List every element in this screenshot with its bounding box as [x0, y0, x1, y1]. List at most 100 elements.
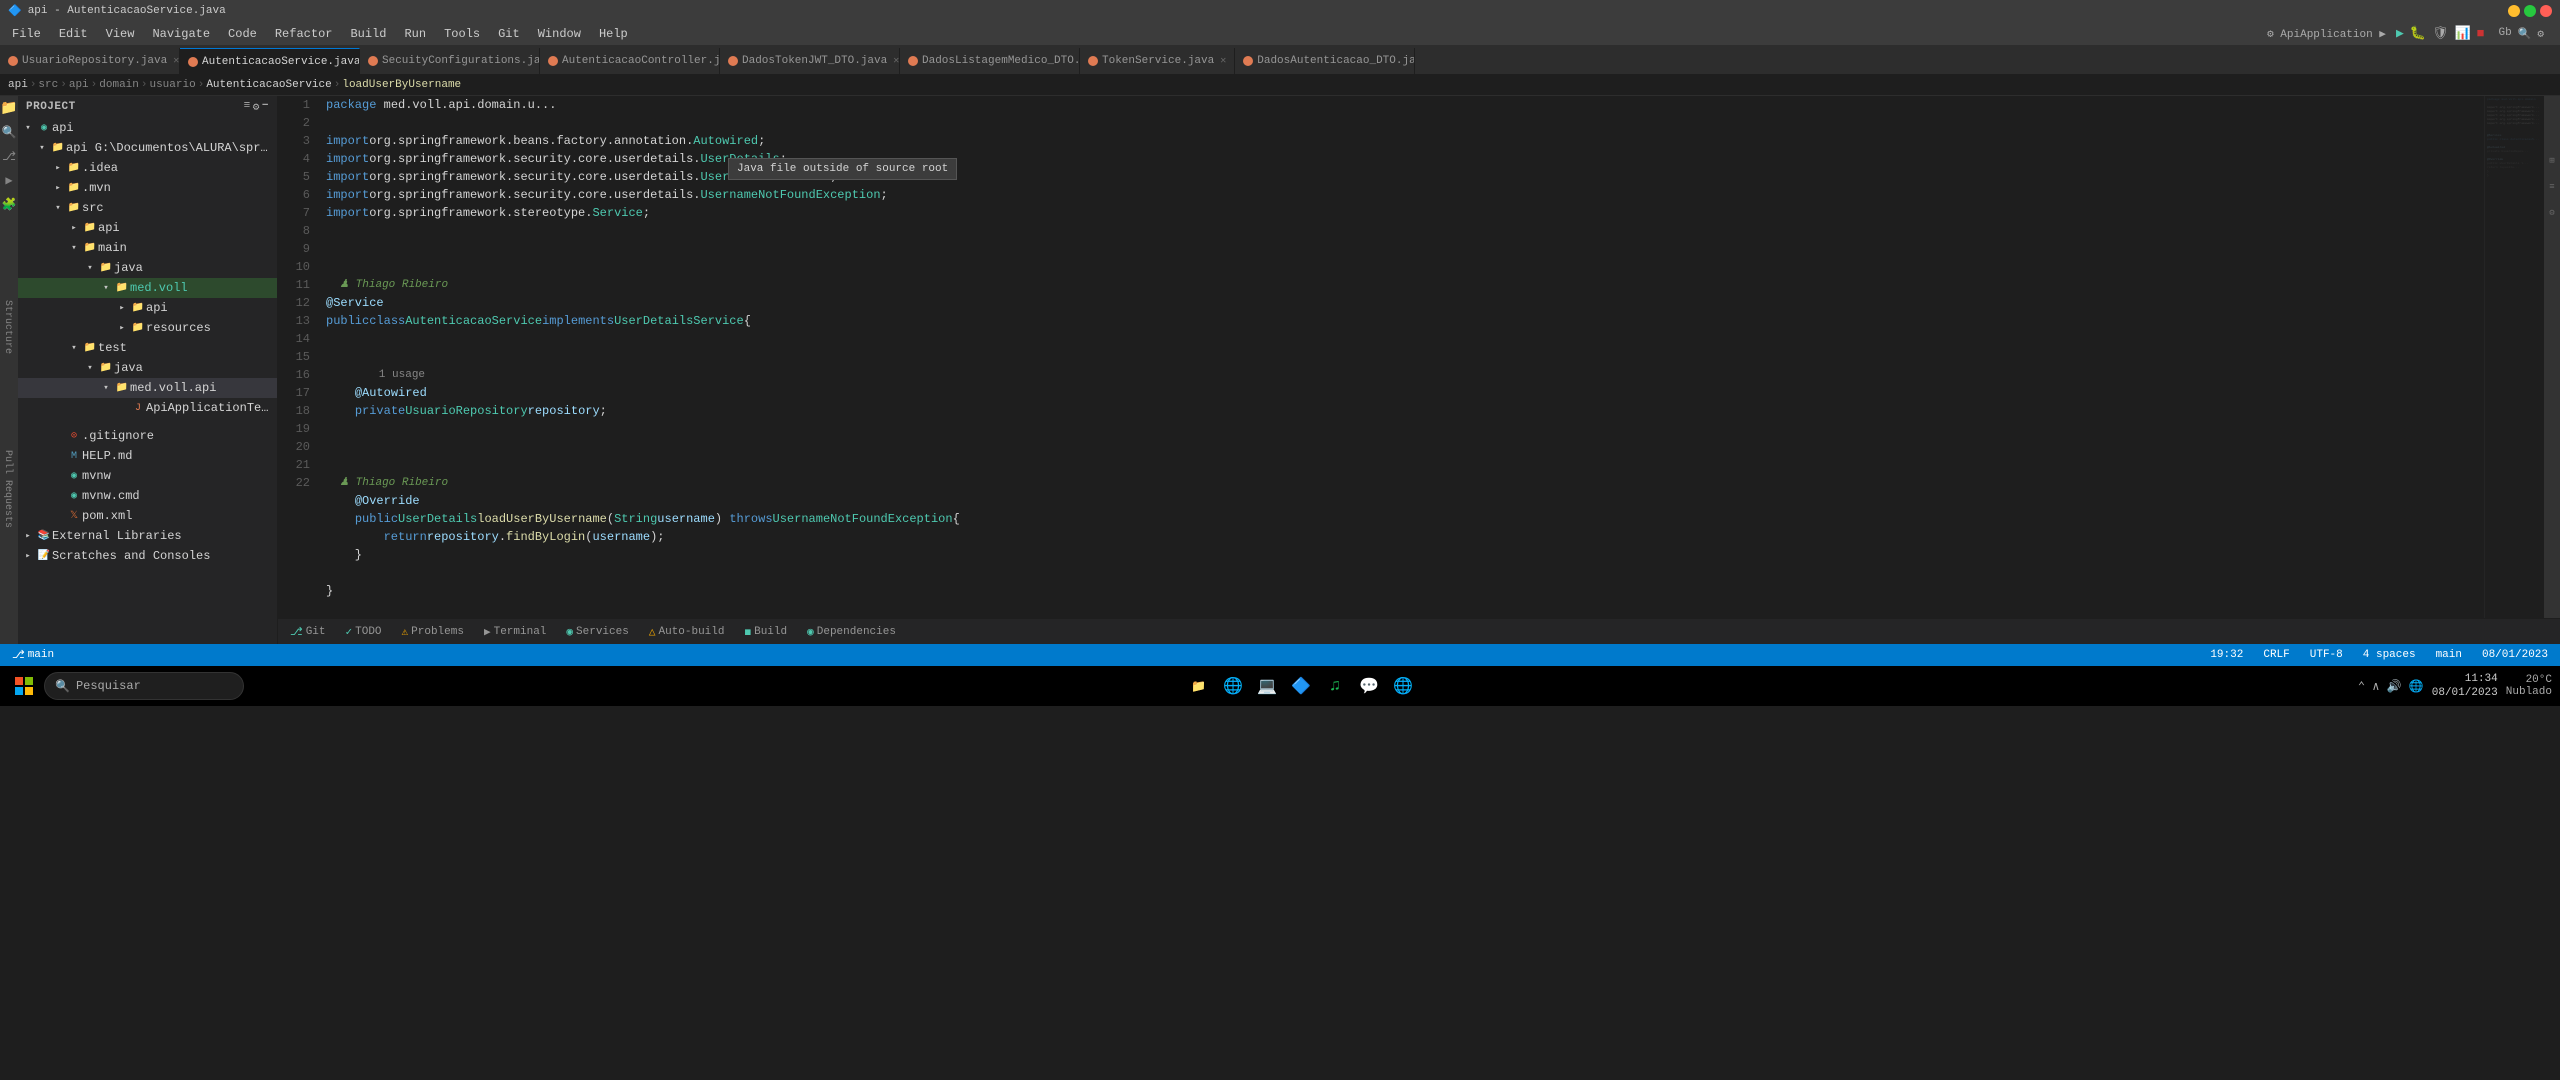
- bottom-tab-autobuild[interactable]: △ Auto-build: [641, 623, 733, 641]
- sidebar-icon2[interactable]: ⚙: [253, 100, 260, 114]
- status-indent[interactable]: 4 spaces: [2359, 644, 2420, 666]
- bottom-tab-todo[interactable]: ✓ TODO: [338, 623, 390, 641]
- bc-src[interactable]: src: [38, 79, 58, 91]
- close-button[interactable]: [2540, 5, 2552, 17]
- tree-api-project[interactable]: ▾ 📁 api G:\Documentos\ALURA\spring\api: [18, 138, 277, 158]
- right-icon-3[interactable]: ⚙: [2549, 208, 2554, 218]
- menu-build[interactable]: Build: [342, 25, 394, 43]
- minimize-button[interactable]: [2508, 5, 2520, 17]
- maximize-button[interactable]: [2524, 5, 2536, 17]
- run-config[interactable]: ⚙ ApiApplication ▶: [2267, 27, 2394, 41]
- tab-2[interactable]: SecuityConfigurations.java ✕: [360, 48, 540, 74]
- taskbar-vscode[interactable]: 💻: [1253, 672, 1281, 700]
- tree-idea[interactable]: ▸ 📁 .idea: [18, 158, 277, 178]
- tree-scratches[interactable]: ▸ 📝 Scratches and Consoles: [18, 546, 277, 566]
- tab-5[interactable]: DadosListagemMedico_DTO.java ✕: [900, 48, 1080, 74]
- clock[interactable]: 11:34 08/01/2023: [2432, 672, 2498, 701]
- tab-3[interactable]: AutenticacaoController.java ✕: [540, 48, 720, 74]
- right-icon-2[interactable]: ≡: [2549, 182, 2554, 192]
- tree-test[interactable]: ▾ 📁 test: [18, 338, 277, 358]
- bottom-tab-build[interactable]: ◼ Build: [736, 623, 795, 641]
- bc-api[interactable]: api: [8, 79, 28, 91]
- bottom-tab-deps[interactable]: ◉ Dependencies: [799, 623, 904, 641]
- sidebar-icon3[interactable]: −: [262, 100, 269, 114]
- taskbar-edge[interactable]: 🌐: [1219, 672, 1247, 700]
- bottom-tab-problems[interactable]: ⚠ Problems: [394, 623, 472, 641]
- menu-code[interactable]: Code: [220, 25, 265, 43]
- bc-api2[interactable]: api: [69, 79, 89, 91]
- settings-icon[interactable]: ⚙: [2537, 27, 2544, 41]
- tree-mvnw[interactable]: ◉ mvnw: [18, 466, 277, 486]
- profile-icon[interactable]: 📊: [2454, 26, 2470, 41]
- tree-root-api[interactable]: ▾ ◉ api: [18, 118, 277, 138]
- status-encoding[interactable]: UTF-8: [2306, 644, 2347, 666]
- sidebar-icon1[interactable]: ≡: [244, 100, 251, 114]
- menu-view[interactable]: View: [98, 25, 143, 43]
- menu-run[interactable]: Run: [396, 25, 434, 43]
- bc-service[interactable]: AutenticacaoService: [206, 79, 331, 91]
- tab-1[interactable]: AutenticacaoService.java ✕: [180, 48, 360, 74]
- right-icon-1[interactable]: ⊞: [2549, 156, 2554, 166]
- taskbar-explorer[interactable]: 📁: [1185, 672, 1213, 700]
- activity-extensions[interactable]: 🧩: [1, 196, 17, 212]
- activity-search[interactable]: 🔍: [1, 124, 17, 140]
- menu-tools[interactable]: Tools: [436, 25, 488, 43]
- tree-src[interactable]: ▾ 📁 src: [18, 198, 277, 218]
- tree-gitignore[interactable]: ⊙ .gitignore: [18, 426, 277, 446]
- tree-test-java[interactable]: ▾ 📁 java: [18, 358, 277, 378]
- tree-api-tests[interactable]: J ApiApplicationTests: [18, 398, 277, 418]
- tab-close-0[interactable]: ✕: [173, 55, 179, 67]
- search-icon-right[interactable]: 🔍: [2518, 27, 2532, 41]
- tree-helpmd[interactable]: M HELP.md: [18, 446, 277, 466]
- tab-close-6[interactable]: ✕: [1220, 55, 1226, 67]
- run-icon[interactable]: ▶: [2396, 26, 2404, 41]
- menu-edit[interactable]: Edit: [51, 25, 96, 43]
- coverage-icon[interactable]: 🛡: [2432, 26, 2449, 41]
- tree-resources[interactable]: ▸ 📁 resources: [18, 318, 277, 338]
- menu-help[interactable]: Help: [591, 25, 636, 43]
- activity-project[interactable]: 📁: [1, 100, 17, 116]
- debug-icon[interactable]: 🐛: [2410, 26, 2426, 41]
- taskbar-discord[interactable]: 💬: [1355, 672, 1383, 700]
- tree-external-libs[interactable]: ▸ 📚 External Libraries: [18, 526, 277, 546]
- search-box[interactable]: 🔍 Pesquisar: [44, 672, 244, 700]
- ln-5: 5: [278, 168, 310, 186]
- tab-close-4[interactable]: ✕: [893, 55, 899, 67]
- status-branch[interactable]: ⎇ main: [8, 644, 58, 666]
- tree-medvoll-api[interactable]: ▸ 📁 api: [18, 298, 277, 318]
- tab-6[interactable]: TokenService.java ✕: [1080, 48, 1235, 74]
- bottom-tab-git[interactable]: ⎇ Git: [282, 623, 334, 641]
- tree-java[interactable]: ▾ 📁 java: [18, 258, 277, 278]
- taskbar-spotify[interactable]: ♫: [1321, 672, 1349, 700]
- tree-mvnwcmd[interactable]: ◉ mvnw.cmd: [18, 486, 277, 506]
- taskbar-intellij[interactable]: 🔷: [1287, 672, 1315, 700]
- menu-file[interactable]: File: [4, 25, 49, 43]
- tree-pomxml[interactable]: 𝕏 pom.xml: [18, 506, 277, 526]
- activity-git[interactable]: ⎇: [1, 148, 17, 164]
- status-language[interactable]: main: [2432, 644, 2466, 666]
- tab-0[interactable]: UsuarioRepository.java ✕: [0, 48, 180, 74]
- bc-usuario[interactable]: usuario: [149, 79, 195, 91]
- bc-domain[interactable]: domain: [99, 79, 139, 91]
- menu-navigate[interactable]: Navigate: [144, 25, 218, 43]
- menu-window[interactable]: Window: [530, 25, 589, 43]
- tree-medvoll[interactable]: ▾ 📁 med.voll: [18, 278, 277, 298]
- tree-src-api[interactable]: ▸ 📁 api: [18, 218, 277, 238]
- tree-mvn[interactable]: ▸ 📁 .mvn: [18, 178, 277, 198]
- activity-run[interactable]: ▶: [1, 172, 17, 188]
- menu-refactor[interactable]: Refactor: [267, 25, 341, 43]
- taskbar-chrome[interactable]: 🌐: [1389, 672, 1417, 700]
- tab-4[interactable]: DadosTokenJWT_DTO.java ✕: [720, 48, 900, 74]
- stop-icon[interactable]: ■: [2477, 26, 2485, 41]
- status-line-ending[interactable]: CRLF: [2259, 644, 2293, 666]
- bottom-tab-services[interactable]: ◉ Services: [558, 623, 636, 641]
- bottom-tab-terminal[interactable]: ▶ Terminal: [476, 623, 554, 641]
- start-button[interactable]: [8, 670, 40, 702]
- tree-medvoll-api-test[interactable]: ▾ 📁 med.voll.api: [18, 378, 277, 398]
- tree-main[interactable]: ▾ 📁 main: [18, 238, 277, 258]
- status-time[interactable]: 19:32: [2206, 644, 2247, 666]
- tab-7[interactable]: DadosAutenticacao_DTO.java ✕: [1235, 48, 1415, 74]
- code-area[interactable]: package med.voll.api.domain.u... import …: [318, 96, 2484, 618]
- menu-git[interactable]: Git: [490, 25, 528, 43]
- bc-method[interactable]: loadUserByUsername: [342, 79, 461, 91]
